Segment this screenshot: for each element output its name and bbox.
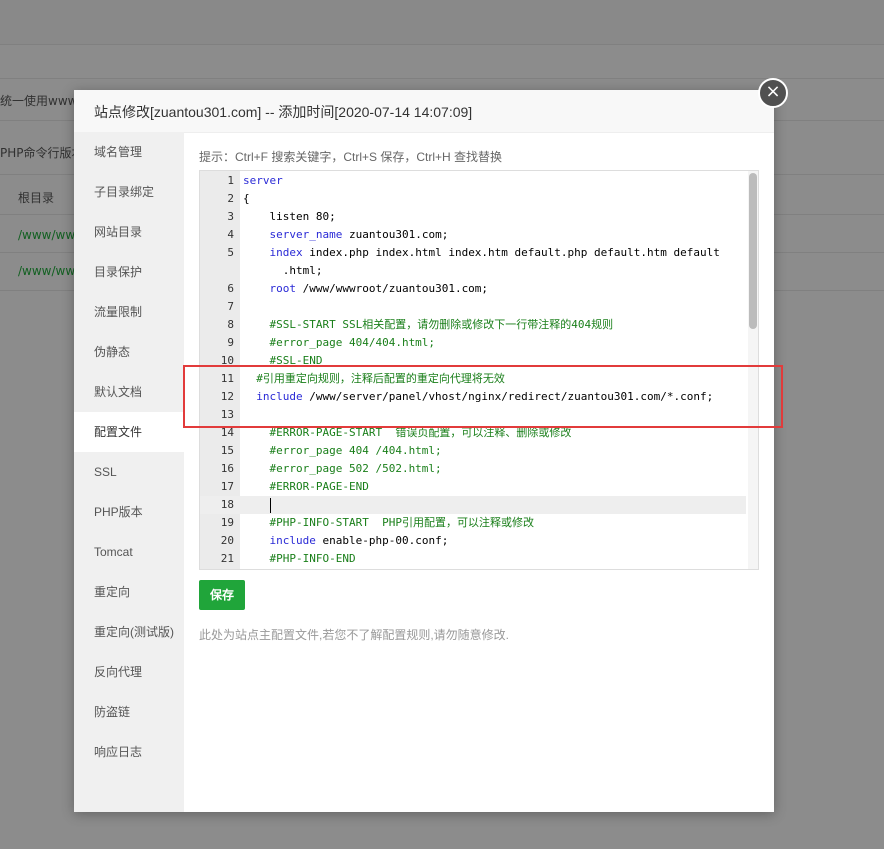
sidebar-item-rewrite[interactable]: 伪静态 <box>74 332 184 372</box>
sidebar-item-site-directory[interactable]: 网站目录 <box>74 212 184 252</box>
editor-shortcut-tip: 提示：Ctrl+F 搜索关键字，Ctrl+S 保存，Ctrl+H 查找替换 <box>199 150 503 164</box>
code-text: #ERROR-PAGE-END <box>243 480 369 493</box>
line-number: 5 <box>227 246 234 259</box>
code-text: { <box>243 192 250 205</box>
line-number: 15 <box>220 444 234 457</box>
sidebar-item-subdir-binding[interactable]: 子目录绑定 <box>74 172 184 212</box>
scrollbar-thumb[interactable] <box>749 173 757 329</box>
sidebar-item-traffic-limit[interactable]: 流量限制 <box>74 292 184 332</box>
code-line[interactable]: 8 #SSL-START SSL相关配置，请勿删除或修改下一行带注释的404规则 <box>200 316 746 334</box>
code-line[interactable]: 4 server_name zuantou301.com; <box>200 226 746 244</box>
config-warning-note: 此处为站点主配置文件,若您不了解配置规则,请勿随意修改. <box>199 628 510 642</box>
line-number: 20 <box>220 534 234 547</box>
code-text: server <box>243 172 283 190</box>
sidebar-item-php-version[interactable]: PHP版本 <box>74 492 184 532</box>
line-number: 19 <box>220 516 234 529</box>
code-line-active[interactable]: 18 <box>200 496 746 514</box>
code-line[interactable]: 22 <box>200 568 746 569</box>
line-number: 9 <box>227 336 234 349</box>
sidebar-item-default-doc[interactable]: 默认文档 <box>74 372 184 412</box>
code-line[interactable]: 21 #PHP-INFO-END <box>200 550 746 568</box>
dialog-title: 站点修改[zuantou301.com] -- 添加时间[2020-07-14 … <box>94 104 473 120</box>
code-line[interactable]: 5 index index.php index.html index.htm d… <box>200 244 746 262</box>
code-text: server_name zuantou301.com; <box>269 228 449 241</box>
code-text: #error_page 404 /404.html; <box>243 444 442 457</box>
code-text: root /www/wwwroot/zuantou301.com; <box>269 282 489 295</box>
code-line[interactable]: 19 #PHP-INFO-START PHP引用配置，可以注释或修改 <box>200 514 746 532</box>
code-text: index index.php index.html index.htm def… <box>269 246 720 259</box>
code-keyword: server <box>243 174 283 187</box>
code-line[interactable]: 7 <box>200 298 746 316</box>
site-edit-dialog: 站点修改[zuantou301.com] -- 添加时间[2020-07-14 … <box>74 90 774 812</box>
code-text: #PHP-INFO-END <box>243 552 356 565</box>
line-number: 22 <box>200 568 234 569</box>
line-number: 2 <box>227 192 234 205</box>
code-keyword: index <box>269 246 303 259</box>
sidebar-item-response-log[interactable]: 响应日志 <box>74 732 184 772</box>
code-text: .html; <box>243 264 323 277</box>
code-text: #PHP-INFO-START PHP引用配置，可以注释或修改 <box>243 516 534 529</box>
annotation-highlight-box <box>183 365 783 428</box>
code-line[interactable]: .html; <box>200 262 746 280</box>
dialog-header: 站点修改[zuantou301.com] -- 添加时间[2020-07-14 … <box>74 90 774 133</box>
text-cursor <box>270 498 271 513</box>
dialog-sidebar: 域名管理 子目录绑定 网站目录 目录保护 流量限制 伪静态 默认文档 配置文件 … <box>74 132 184 812</box>
code-line[interactable]: 20 include enable-php-00.conf; <box>200 532 746 550</box>
code-line[interactable]: 17 #ERROR-PAGE-END <box>200 478 746 496</box>
code-keyword: server_name <box>269 228 343 241</box>
sidebar-item-config-file[interactable]: 配置文件 <box>74 412 184 452</box>
line-number: 7 <box>227 300 234 313</box>
config-panel: 提示：Ctrl+F 搜索关键字，Ctrl+S 保存，Ctrl+H 查找替换 1s… <box>184 132 774 812</box>
line-number: 6 <box>227 282 234 295</box>
save-button[interactable]: 保存 <box>199 580 245 610</box>
sidebar-item-tomcat[interactable]: Tomcat <box>74 532 184 572</box>
line-number: 3 <box>227 210 234 223</box>
sidebar-item-dir-protect[interactable]: 目录保护 <box>74 252 184 292</box>
sidebar-item-redirect-beta[interactable]: 重定向(测试版) <box>74 612 184 652</box>
code-line[interactable]: 9 #error_page 404/404.html; <box>200 334 746 352</box>
line-number: 1 <box>227 174 234 187</box>
sidebar-item-ssl[interactable]: SSL <box>74 452 184 492</box>
code-line[interactable]: 15 #error_page 404 /404.html; <box>200 442 746 460</box>
code-line[interactable]: 2{ <box>200 190 746 208</box>
code-text: #SSL-START SSL相关配置，请勿删除或修改下一行带注释的404规则 <box>243 318 614 331</box>
line-number: 18 <box>220 498 234 511</box>
line-number: 16 <box>220 462 234 475</box>
code-line[interactable]: 3 listen 80; <box>200 208 746 226</box>
code-line[interactable]: 1 server <box>200 172 746 190</box>
code-text: #error_page 404/404.html; <box>243 336 436 349</box>
sidebar-item-hotlink-protect[interactable]: 防盗链 <box>74 692 184 732</box>
close-icon[interactable]: × <box>758 78 788 108</box>
sidebar-item-domain[interactable]: 域名管理 <box>74 132 184 172</box>
sidebar-item-redirect[interactable]: 重定向 <box>74 572 184 612</box>
code-line[interactable]: 16 #error_page 502 /502.html; <box>200 460 746 478</box>
line-number: 17 <box>220 480 234 493</box>
line-number: 8 <box>227 318 234 331</box>
line-number: 4 <box>227 228 234 241</box>
code-text: #error_page 502 /502.html; <box>243 462 442 475</box>
line-number: 21 <box>220 552 234 565</box>
sidebar-item-reverse-proxy[interactable]: 反向代理 <box>74 652 184 692</box>
code-text: include enable-php-00.conf; <box>269 534 449 547</box>
code-keyword: include <box>269 534 316 547</box>
code-keyword: root <box>269 282 297 295</box>
code-text: listen 80; <box>243 210 336 223</box>
code-line[interactable]: 6 root /www/wwwroot/zuantou301.com; <box>200 280 746 298</box>
